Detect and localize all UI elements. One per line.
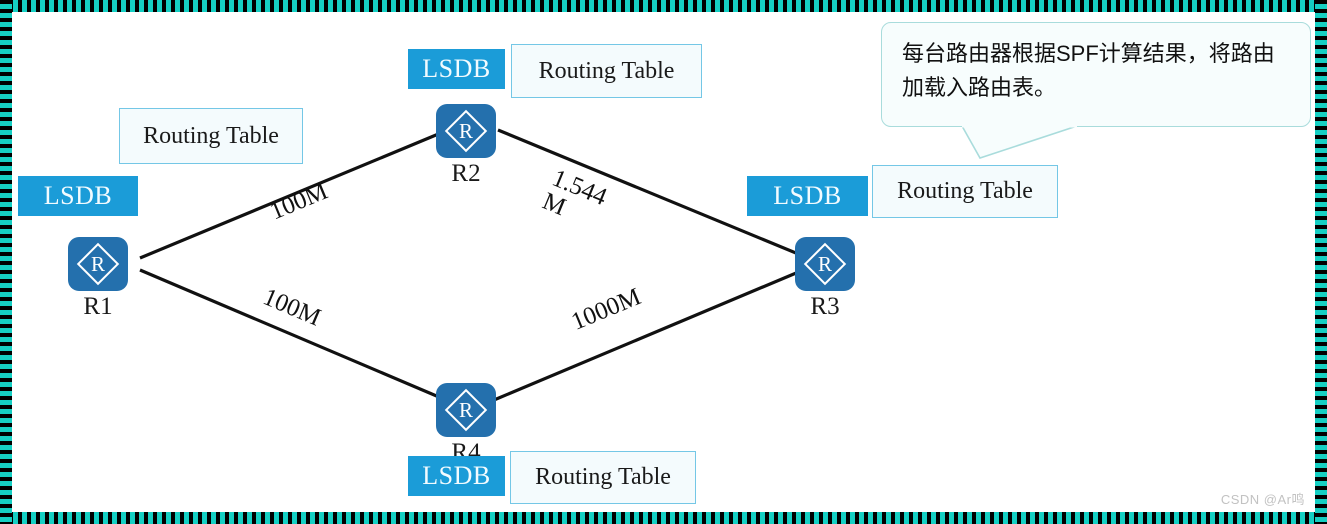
topology-area: R R1 R R2 R R3 R R4 LSDB LSDB LSDB LSDB … xyxy=(12,12,1315,512)
router-r3[interactable]: R R3 xyxy=(795,237,855,320)
routing-table-box-r4[interactable]: Routing Table xyxy=(510,451,696,504)
callout-tail-icon xyxy=(962,126,1077,159)
callout-bubble: 每台路由器根据SPF计算结果，将路由加载入路由表。 xyxy=(881,22,1311,127)
lsdb-badge-r3[interactable]: LSDB xyxy=(747,176,868,216)
striped-border-left xyxy=(0,0,12,524)
watermark: CSDN @Ar鸣 xyxy=(1220,492,1305,507)
router-r4[interactable]: R R4 xyxy=(436,383,496,466)
router-r2[interactable]: R R2 xyxy=(436,104,496,187)
router-glyph: R xyxy=(90,252,105,276)
router-glyph: R xyxy=(458,398,473,422)
routing-table-box-r3[interactable]: Routing Table xyxy=(872,165,1058,218)
router-glyph: R xyxy=(458,119,473,143)
lsdb-badge-r4[interactable]: LSDB xyxy=(408,456,505,496)
router-label-r1: R1 xyxy=(83,293,113,320)
router-label-r2: R2 xyxy=(451,160,481,187)
router-icon: R xyxy=(436,104,496,158)
striped-border-top xyxy=(0,0,1327,12)
router-icon: R xyxy=(795,237,855,291)
lsdb-badge-r1[interactable]: LSDB xyxy=(18,176,138,216)
router-label-r3: R3 xyxy=(810,293,840,320)
striped-border-bottom xyxy=(0,512,1327,524)
diagram-canvas: R R1 R R2 R R3 R R4 LSDB LSDB LSDB LSDB … xyxy=(0,0,1327,524)
routing-table-box-r2[interactable]: Routing Table xyxy=(511,44,702,98)
router-icon: R xyxy=(436,383,496,437)
router-r1[interactable]: R R1 xyxy=(68,237,128,320)
link-line-r4-r3 xyxy=(493,266,809,402)
lsdb-badge-r2[interactable]: LSDB xyxy=(408,49,505,89)
callout-text: 每台路由器根据SPF计算结果，将路由加载入路由表。 xyxy=(902,41,1275,101)
routing-table-box-r1[interactable]: Routing Table xyxy=(119,108,303,164)
link-line-r1-r4 xyxy=(139,268,447,402)
striped-border-right xyxy=(1315,0,1327,524)
router-glyph: R xyxy=(817,252,832,276)
router-icon: R xyxy=(68,237,128,291)
